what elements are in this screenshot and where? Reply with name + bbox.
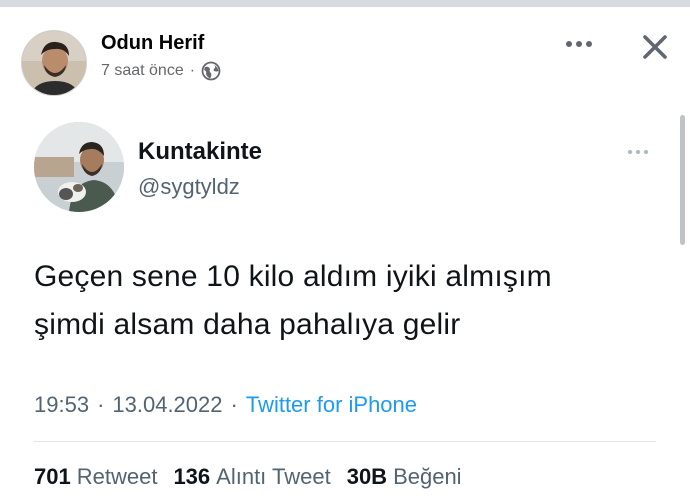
quote-stat: 136 Alıntı Tweet — [173, 464, 330, 490]
tweet-author-name: Kuntakinte — [138, 138, 263, 165]
tweet-screenshot: Kuntakinte @sygtyldz Geçen sene 10 kilo … — [0, 107, 690, 501]
globe-icon[interactable] — [201, 61, 221, 81]
close-button[interactable] — [639, 31, 671, 63]
poster-avatar[interactable] — [21, 30, 87, 96]
like-label: Beğeni — [393, 464, 462, 489]
tweet-stats: 701 Retweet 136 Alıntı Tweet 30B Beğeni — [34, 464, 468, 490]
divider — [34, 441, 656, 442]
meta-separator: · — [189, 62, 196, 79]
post-time[interactable]: 7 saat önce — [101, 62, 184, 80]
tweet-time: 19:53 — [34, 392, 90, 417]
tweet-date: 13.04.2022 — [112, 392, 223, 417]
post-header: Odun Herif 7 saat önce · — [0, 7, 690, 107]
like-count: 30B — [346, 464, 388, 489]
quote-count: 136 — [173, 464, 211, 489]
tweet-text-line: şimdi alsam daha pahalıya gelir — [34, 308, 461, 341]
retweet-stat: 701 Retweet — [34, 464, 157, 490]
tweet-more-icon — [628, 147, 656, 157]
more-options-button[interactable] — [561, 33, 597, 55]
retweet-label: Retweet — [76, 464, 158, 489]
tweet-meta-separator: · — [230, 392, 238, 417]
like-stat: 30B Beğeni — [347, 464, 462, 490]
tweet-text-line: Geçen sene 10 kilo aldım iyiki almışım — [34, 260, 552, 293]
tweet-meta-separator: · — [97, 392, 105, 417]
tweet-text: Geçen sene 10 kilo aldım iyiki almışım ş… — [34, 253, 674, 349]
poster-name[interactable]: Odun Herif — [101, 32, 204, 55]
tweet-meta: 19:53 · 13.04.2022 · Twitter for iPhone — [34, 392, 417, 418]
tweet-author-handle: @sygtyldz — [138, 174, 240, 199]
top-bar — [0, 0, 690, 7]
close-icon — [643, 35, 667, 59]
more-horizontal-icon — [566, 41, 572, 47]
scrollbar[interactable] — [680, 115, 685, 245]
retweet-count: 701 — [34, 464, 71, 489]
tweet-source: Twitter for iPhone — [245, 392, 418, 417]
post-meta: 7 saat önce · — [101, 61, 221, 81]
quote-label: Alıntı Tweet — [216, 464, 331, 489]
tweet-avatar — [34, 122, 124, 212]
